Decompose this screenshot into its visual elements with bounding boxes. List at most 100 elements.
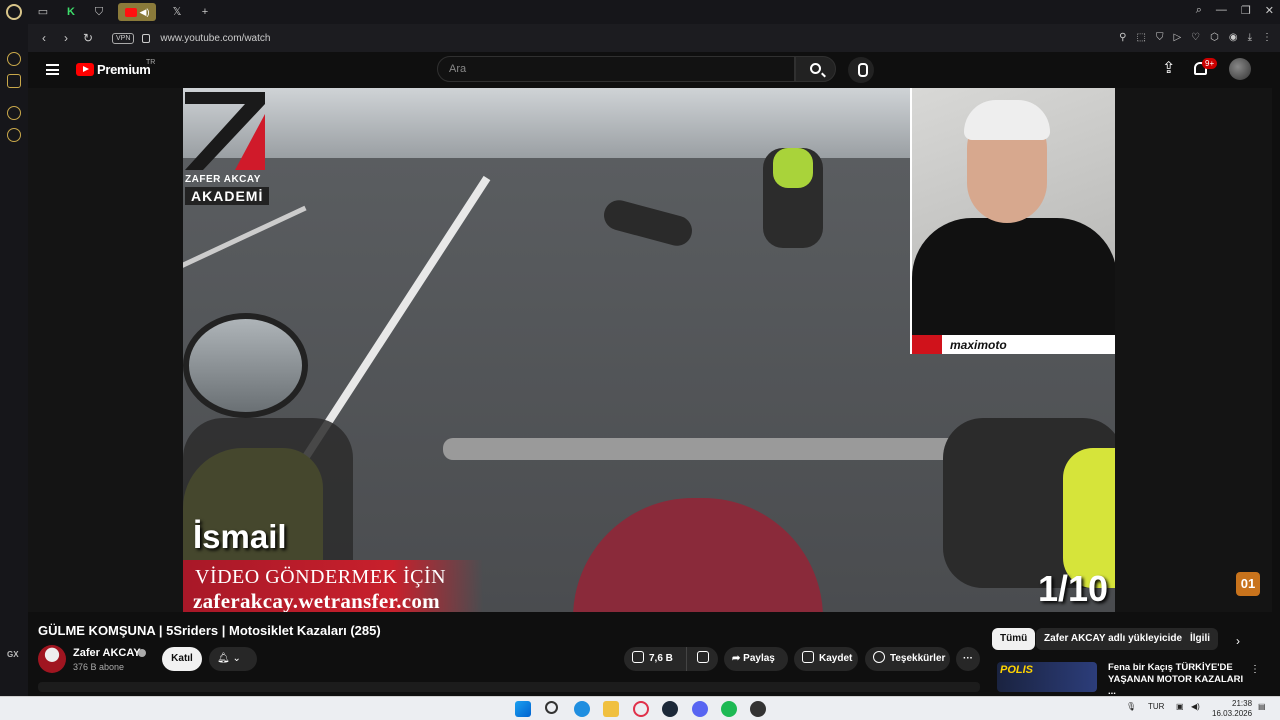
back-icon[interactable]: ‹ xyxy=(38,31,50,45)
speaker-icon: ◀) xyxy=(139,6,150,17)
search-taskbar-icon[interactable] xyxy=(545,701,558,714)
maximoto-banner: maximoto xyxy=(912,335,1115,354)
recommended-title[interactable]: Fena bir Kaçış TÜRKİYE'DE YAŞANAN MOTOR … xyxy=(1108,662,1248,698)
maximoto-logo-icon xyxy=(912,335,942,354)
lock-icon xyxy=(142,33,151,43)
bookmark-icon xyxy=(802,651,814,663)
browser-titlebar: ▭ K ⛉ ◀) 𝕏 + ⌕ — ❐ ✕ xyxy=(0,0,1280,24)
language-indicator[interactable]: TUR xyxy=(1148,702,1164,711)
chip-uploader[interactable]: Zafer AKCAY adlı yükleyiciden xyxy=(1036,628,1197,650)
start-icon[interactable] xyxy=(515,701,531,717)
channel-avatar[interactable] xyxy=(38,645,66,673)
chip-all[interactable]: Tümü xyxy=(992,628,1036,650)
menu-icon[interactable]: ⋮ xyxy=(1262,32,1272,43)
presenter-inset: maximoto xyxy=(910,88,1115,354)
shield-icon[interactable]: ⛉ xyxy=(92,5,106,19)
subscription-bell-button[interactable]: 🔔︎ ⌄ xyxy=(209,647,257,671)
settings-icon[interactable] xyxy=(7,128,21,142)
brand-sub: AKADEMİ xyxy=(185,187,270,205)
premium-label[interactable]: Premium xyxy=(97,62,151,77)
like-button[interactable]: 7,6 B xyxy=(624,647,686,671)
forward-icon[interactable]: › xyxy=(60,31,72,45)
video-player[interactable]: ZAFER AKCAY AKADEMİ İsmail VİDEO GÖNDERM… xyxy=(28,88,1272,612)
search-tabs-icon[interactable]: ⌕ xyxy=(1196,4,1202,17)
bell-icon: 🔔︎ xyxy=(217,653,230,664)
voice-search-button[interactable] xyxy=(848,57,874,83)
x-icon[interactable]: 𝕏 xyxy=(170,5,184,19)
contributor-name: İsmail xyxy=(193,518,287,555)
presenter-body xyxy=(912,218,1115,354)
snapshot-icon[interactable]: ⬚ xyxy=(1136,32,1145,43)
subscriber-count: 376 B abone xyxy=(73,662,125,672)
file-explorer-icon[interactable] xyxy=(603,701,619,717)
os-taskbar: 🎙︎ TUR ▣ ◀) 21:38 16.03.2026 ▤ xyxy=(0,696,1280,720)
channel-watermark[interactable]: 01 xyxy=(1236,572,1260,596)
address-actions: ⚲ ⬚ ⛉ ▷ ♡ ⬡ ◉ ⤓ ⋮ xyxy=(1119,32,1272,43)
join-button[interactable]: Katıl xyxy=(162,647,202,671)
mic-tray-icon[interactable]: 🎙︎ xyxy=(1126,702,1136,711)
share-label: Paylaş xyxy=(743,653,775,664)
new-tab-button[interactable]: + xyxy=(198,5,212,19)
heart-icon[interactable]: ♡ xyxy=(1191,32,1200,43)
recommended-more-icon[interactable]: ⋮ xyxy=(1250,664,1260,675)
chevron-right-icon[interactable]: › xyxy=(1236,634,1240,648)
extensions-icon[interactable]: ⬡ xyxy=(1210,32,1219,43)
chip-related[interactable]: İlgili xyxy=(1182,628,1218,650)
thumbs-up-icon xyxy=(632,651,644,663)
save-label: Kaydet xyxy=(819,653,853,664)
presenter-hair xyxy=(964,100,1050,140)
k-app-icon[interactable]: K xyxy=(64,5,78,19)
url-field[interactable]: www.youtube.com/watch xyxy=(160,33,270,44)
notification-center-icon[interactable]: ▤ xyxy=(1258,702,1266,711)
restore-icon[interactable]: ❐ xyxy=(1241,4,1251,17)
messenger-icon[interactable] xyxy=(7,52,21,66)
youtube-logo-icon[interactable] xyxy=(76,63,94,76)
search-input[interactable]: Ara xyxy=(437,56,795,82)
history-icon[interactable] xyxy=(7,106,21,120)
spotify-icon[interactable] xyxy=(721,701,737,717)
channel-name[interactable]: Zafer AKCAY xyxy=(73,647,141,659)
steam-icon[interactable] xyxy=(662,701,678,717)
brand-name: ZAFER AKCAY xyxy=(185,174,261,185)
recommended-thumbnail[interactable]: POLIS xyxy=(997,662,1097,692)
gx-label[interactable]: GX xyxy=(7,650,19,659)
minimize-icon[interactable]: — xyxy=(1216,4,1227,17)
opera-gx-icon[interactable] xyxy=(633,701,649,717)
app-icon[interactable] xyxy=(750,701,766,717)
cta-line1: VİDEO GÖNDERMEK İÇİN xyxy=(195,566,447,588)
share-icon: ➦ xyxy=(732,653,744,664)
tab-youtube[interactable]: ◀) xyxy=(118,3,156,21)
search-button[interactable] xyxy=(795,56,836,82)
reload-icon[interactable]: ↻ xyxy=(82,31,94,45)
video-frame[interactable]: ZAFER AKCAY AKADEMİ İsmail VİDEO GÖNDERM… xyxy=(183,88,1115,612)
chevron-down-icon: ⌄ xyxy=(232,653,241,664)
adblock-icon[interactable]: ⛉ xyxy=(1156,32,1164,43)
dislike-button[interactable] xyxy=(686,647,718,671)
opera-logo-icon[interactable] xyxy=(6,4,22,20)
workspace-icon[interactable] xyxy=(7,74,21,88)
search-placeholder: Ara xyxy=(449,63,467,75)
verified-icon xyxy=(138,649,146,657)
close-icon[interactable]: ✕ xyxy=(1265,4,1274,17)
pin-icon[interactable]: ⚲ xyxy=(1119,32,1126,43)
description-box[interactable] xyxy=(38,682,980,692)
profile-icon[interactable]: ◉ xyxy=(1229,32,1238,43)
wallet-icon[interactable]: ▭ xyxy=(36,5,50,19)
network-icon[interactable]: ▣ xyxy=(1176,702,1184,711)
play-icon[interactable]: ▷ xyxy=(1173,32,1181,43)
hamburger-menu-icon[interactable] xyxy=(46,64,59,75)
clock[interactable]: 21:38 16.03.2026 xyxy=(1212,699,1252,719)
discord-icon[interactable] xyxy=(692,701,708,717)
volume-icon[interactable]: ◀) xyxy=(1191,702,1200,711)
zafer-akcay-logo-icon xyxy=(185,92,265,170)
upload-icon[interactable]: ⇪ xyxy=(1162,61,1175,77)
download-icon[interactable]: ⤓ xyxy=(1248,32,1252,43)
like-count: 7,6 B xyxy=(649,653,673,664)
more-actions-button[interactable]: ··· xyxy=(956,647,980,671)
vpn-badge[interactable]: VPN xyxy=(112,32,135,44)
save-button[interactable]: Kaydet xyxy=(794,647,858,671)
thanks-button[interactable]: Teşekkürler xyxy=(865,647,950,671)
account-avatar[interactable] xyxy=(1229,58,1251,80)
edge-icon[interactable] xyxy=(574,701,590,717)
share-button[interactable]: ➦ Paylaş xyxy=(724,647,788,671)
